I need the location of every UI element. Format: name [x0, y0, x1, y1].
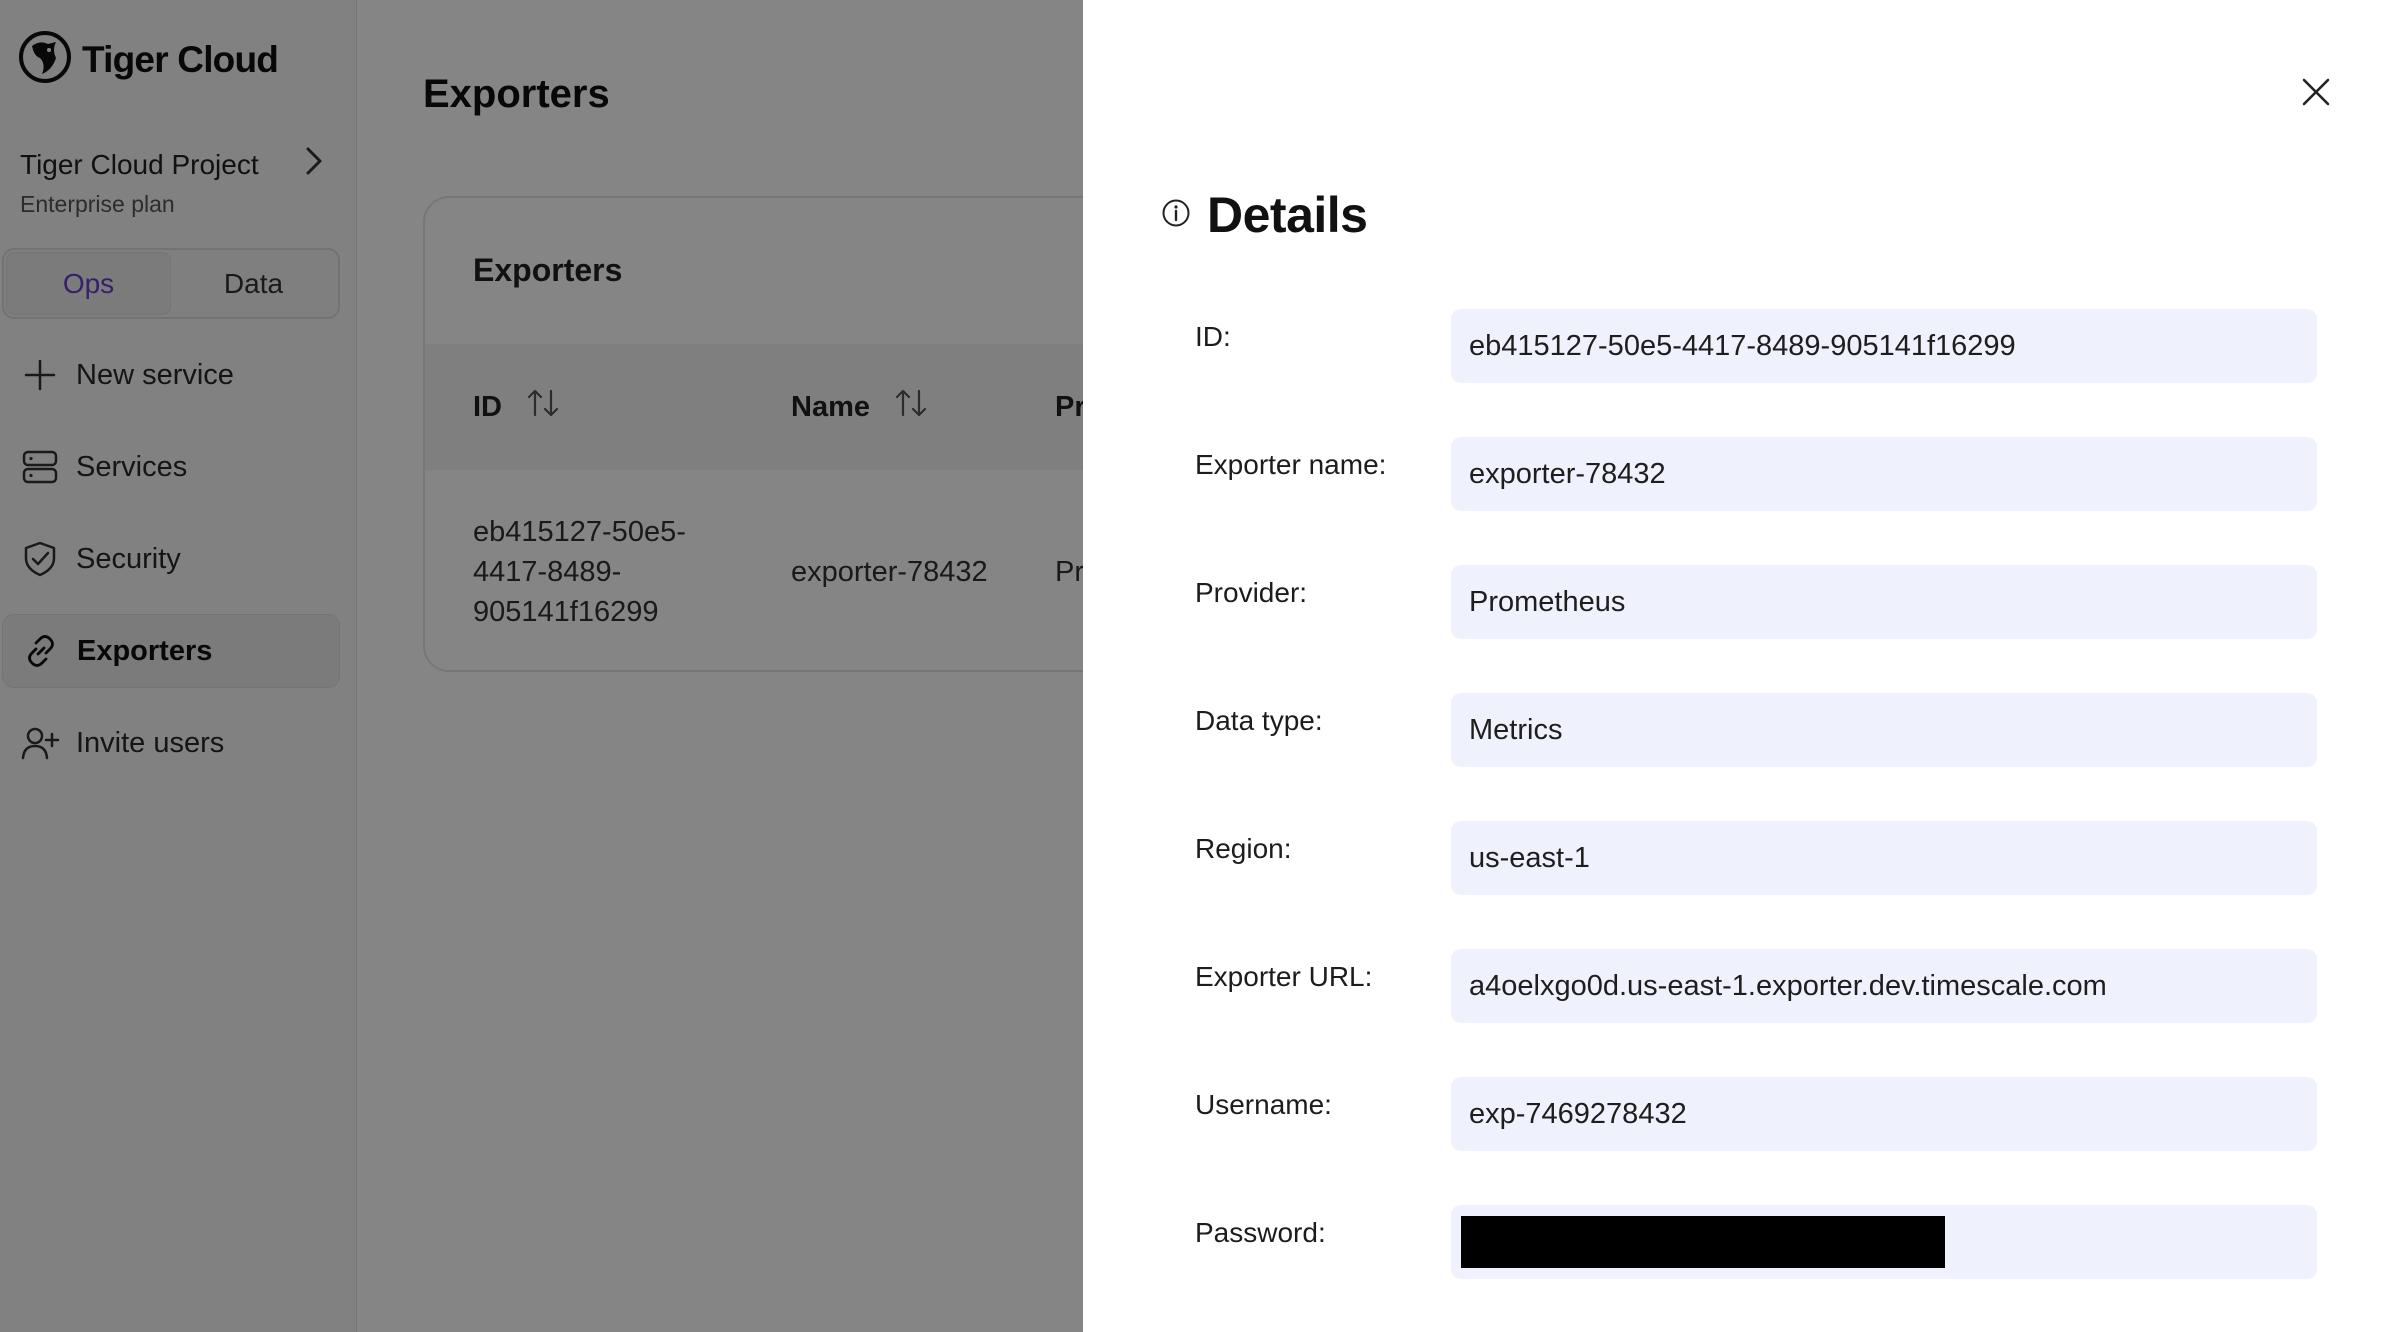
- field-provider: Provider: Prometheus: [1195, 565, 2388, 639]
- field-id-value[interactable]: eb415127-50e5-4417-8489-905141f16299: [1451, 309, 2317, 383]
- field-label: Username:: [1195, 1089, 1332, 1120]
- field-region: Region: us-east-1: [1195, 821, 2388, 895]
- field-data-type-value[interactable]: Metrics: [1451, 693, 2317, 767]
- field-password-value[interactable]: [1451, 1205, 2317, 1279]
- close-button[interactable]: [2296, 74, 2336, 114]
- modal-backdrop[interactable]: [0, 0, 1083, 1332]
- field-exporter-name: Exporter name: exporter-78432: [1195, 437, 2388, 511]
- field-label: Provider:: [1195, 577, 1308, 608]
- details-header: Details: [1161, 186, 1368, 244]
- field-id: ID: eb415127-50e5-4417-8489-905141f16299: [1195, 309, 2388, 383]
- field-region-value[interactable]: us-east-1: [1451, 821, 2317, 895]
- close-icon: [2301, 77, 2331, 112]
- details-title: Details: [1207, 187, 1368, 243]
- field-username-value[interactable]: exp-7469278432: [1451, 1077, 2317, 1151]
- field-username: Username: exp-7469278432: [1195, 1077, 2388, 1151]
- info-icon: [1161, 198, 1191, 233]
- field-exporter-name-value[interactable]: exporter-78432: [1451, 437, 2317, 511]
- field-password: Password:: [1195, 1205, 2388, 1279]
- password-redaction: [1461, 1216, 1945, 1268]
- field-provider-value[interactable]: Prometheus: [1451, 565, 2317, 639]
- field-label: ID:: [1195, 321, 1231, 352]
- field-label: Region:: [1195, 833, 1292, 864]
- details-drawer: Details ID: eb415127-50e5-4417-8489-9051…: [1083, 0, 2388, 1332]
- field-label: Exporter name:: [1195, 449, 1387, 480]
- field-exporter-url: Exporter URL: a4oelxgo0d.us-east-1.expor…: [1195, 949, 2388, 1023]
- field-label: Data type:: [1195, 705, 1323, 736]
- field-exporter-url-value[interactable]: a4oelxgo0d.us-east-1.exporter.dev.timesc…: [1451, 949, 2317, 1023]
- field-label: Exporter URL:: [1195, 961, 1373, 992]
- field-label: Password:: [1195, 1217, 1326, 1248]
- field-data-type: Data type: Metrics: [1195, 693, 2388, 767]
